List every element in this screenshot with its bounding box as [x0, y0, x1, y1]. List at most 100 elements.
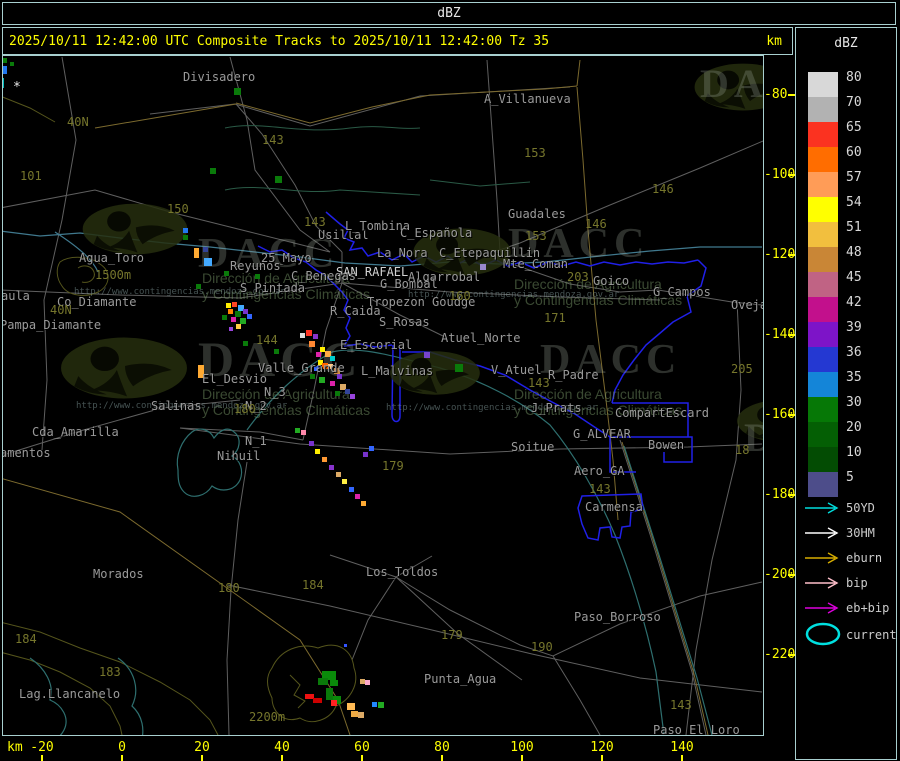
- route-number-label: 184: [302, 578, 324, 592]
- map-place-label: V_Atuel: [491, 363, 542, 377]
- radar-echo-cell: [222, 315, 227, 320]
- radar-echo-cell: [329, 465, 334, 470]
- colorbar-value: 48: [846, 245, 862, 260]
- map-place-label: Soitue: [511, 440, 555, 454]
- map-place-label: L_Malvinas: [361, 364, 434, 378]
- y-tick-mark: [788, 174, 795, 176]
- radar-map[interactable]: DACC Dirección de Agricultura y Contingenc…: [2, 55, 764, 736]
- radar-echo-cell: [232, 302, 237, 307]
- map-place-label: C_Española: [400, 226, 473, 240]
- radar-echo-cell: [274, 349, 279, 354]
- radar-echo-cell: [309, 441, 314, 446]
- map-place-label: Pampa_Diamante: [2, 318, 102, 332]
- marker-row: eburn: [802, 547, 896, 572]
- map-place-label: G_Bombal: [380, 277, 438, 291]
- route-number-label: 143: [262, 133, 284, 147]
- colorbar-swatch: [808, 147, 838, 172]
- marker-row: 30HM: [802, 522, 896, 547]
- marker-label: 30HM: [846, 526, 875, 540]
- x-tick-label: 120: [590, 740, 614, 755]
- radar-echo-cell: [315, 449, 320, 454]
- radar-echo-cell: [318, 678, 328, 685]
- y-tick-mark: [788, 574, 795, 576]
- route-number-label: 160: [449, 289, 471, 303]
- colorbar-value: 51: [846, 220, 862, 235]
- x-tick-label: 20: [194, 740, 210, 755]
- marker-label: current: [846, 628, 897, 642]
- radar-echo-cell: [196, 284, 201, 289]
- radar-echo-cell: [350, 394, 355, 399]
- window-title: dBZ: [437, 6, 461, 21]
- map-place-label: aula: [2, 289, 30, 303]
- colorbar-value: 10: [846, 445, 862, 460]
- colorbar-swatch: [808, 322, 838, 347]
- radar-echo-cell: [243, 341, 248, 346]
- colorbar-swatch: [808, 72, 838, 97]
- radar-echo-cell: [316, 352, 321, 357]
- map-place-label: Oveja: [731, 298, 764, 312]
- radar-echo-cell: [344, 644, 347, 647]
- map-place-label: Valle_Grande: [258, 361, 345, 375]
- radar-echo-cell: [363, 452, 368, 457]
- map-place-label: CompartEscard: [615, 406, 709, 420]
- radar-echo-cell: [229, 327, 233, 331]
- window-title-bar: dBZ: [2, 2, 896, 25]
- map-place-label: Los_Toldos: [366, 565, 439, 579]
- map-place-label: R_Padre: [548, 368, 599, 382]
- radar-echo-cell: [358, 712, 364, 718]
- radar-echo-cell: [330, 381, 335, 386]
- radar-echo-cell: [10, 62, 14, 66]
- map-place-label: E_Escorial: [340, 338, 413, 352]
- map-place-label: Carmensa: [585, 500, 643, 514]
- colorbar-swatch: [808, 297, 838, 322]
- radar-echo-cell: [224, 271, 229, 276]
- radar-echo-cell: [313, 698, 322, 703]
- x-tick-mark: [361, 755, 363, 761]
- route-number-label: 18: [735, 443, 750, 457]
- product-title-bar: 2025/10/11 12:42:00 UTC Composite Tracks…: [2, 27, 793, 55]
- colorbar-swatch: [808, 422, 838, 447]
- radar-echo-cell: [300, 333, 305, 338]
- y-axis-gutter: -80 -100 -120 -140 -160 -180 -200 -220: [764, 55, 795, 736]
- route-number-label: 101: [20, 169, 42, 183]
- radar-echo-cell: [203, 247, 208, 252]
- map-place-label: Mte_Coman: [503, 257, 569, 271]
- route-number-label: 183: [99, 665, 121, 679]
- radar-echo-cell: [295, 428, 300, 433]
- radar-echo-cell: [226, 303, 231, 308]
- radar-echo-cell: [361, 501, 366, 506]
- route-number-label: 180: [234, 402, 256, 416]
- marker-row: current: [802, 622, 897, 647]
- colorbar-value: 35: [846, 370, 862, 385]
- map-place-label: S_Pintada: [240, 281, 306, 295]
- map-place-label: Goico: [593, 274, 630, 288]
- colorbar-swatch: [808, 272, 838, 297]
- route-number-label: 179: [441, 628, 463, 642]
- map-place-label: La_Nora: [377, 246, 428, 260]
- route-number-label: 2200m: [249, 710, 286, 724]
- y-tick-mark: [788, 334, 795, 336]
- route-number-label: 179: [382, 459, 404, 473]
- marker-row: 50YD: [802, 497, 896, 522]
- route-number-label: 205: [731, 362, 753, 376]
- route-number-label: 40N: [67, 115, 89, 129]
- x-tick-mark: [41, 755, 43, 761]
- colorbar-swatch: [808, 97, 838, 122]
- map-place-label: N_3: [264, 385, 286, 399]
- map-place-label: El_Desvio: [202, 372, 268, 386]
- colorbar-value: 20: [846, 420, 862, 435]
- colorbar-swatch: [808, 197, 838, 222]
- colorbar-value: 57: [846, 170, 862, 185]
- colorbar-swatch: [808, 222, 838, 247]
- colorbar-swatch: [808, 347, 838, 372]
- x-tick-label: -20: [30, 740, 54, 755]
- dacc-brand-watermark: DACC: [700, 61, 764, 106]
- colorbar-swatch: [808, 247, 838, 272]
- map-place-label: Morados: [93, 567, 144, 581]
- radar-echo-cell: [236, 324, 241, 329]
- radar-echo-cell: [183, 228, 188, 233]
- colorbar-value: 60: [846, 145, 862, 160]
- route-number-label: 146: [652, 182, 674, 196]
- colorbar-swatch: [808, 447, 838, 472]
- radar-echo-cell: [369, 446, 374, 451]
